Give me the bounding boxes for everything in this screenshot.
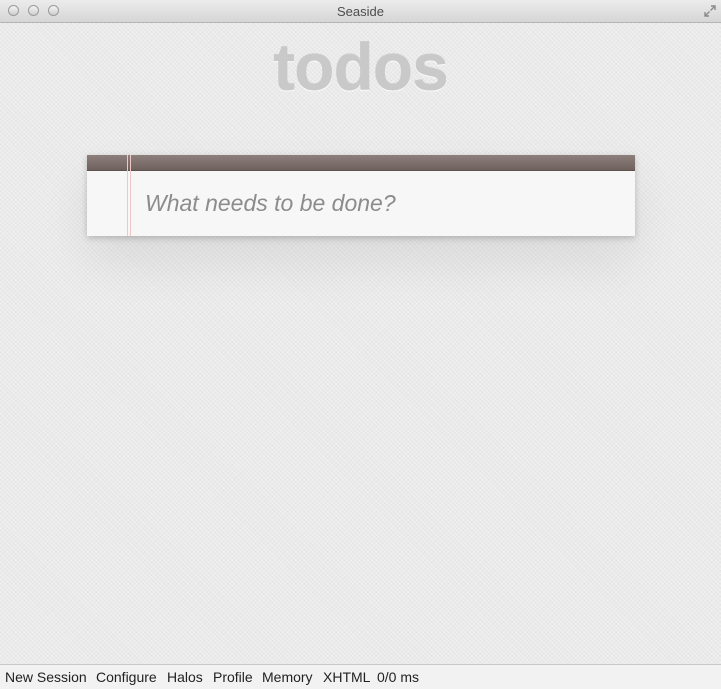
render-time-text: 0/0 ms <box>377 669 420 685</box>
seaside-toolbar: New Session Configure Halos Profile Memo… <box>0 664 721 689</box>
fullscreen-icon[interactable] <box>703 4 717 18</box>
xhtml-link[interactable]: XHTML <box>323 669 370 685</box>
margin-line <box>127 155 128 236</box>
title-bar: Seaside <box>0 0 721 23</box>
profile-link[interactable]: Profile <box>213 669 253 685</box>
window-title: Seaside <box>337 4 384 19</box>
page-content: todos <box>0 23 721 664</box>
todo-card <box>87 155 635 236</box>
card-header-bar <box>87 155 635 171</box>
seaside-window: Seaside todos New Session Configure Halo… <box>0 0 721 689</box>
app-title: todos <box>273 30 449 104</box>
new-session-link[interactable]: New Session <box>5 669 87 685</box>
margin-line <box>130 155 131 236</box>
memory-link[interactable]: Memory <box>262 669 313 685</box>
new-todo-input[interactable] <box>145 185 615 221</box>
configure-link[interactable]: Configure <box>96 669 157 685</box>
halos-link[interactable]: Halos <box>167 669 203 685</box>
